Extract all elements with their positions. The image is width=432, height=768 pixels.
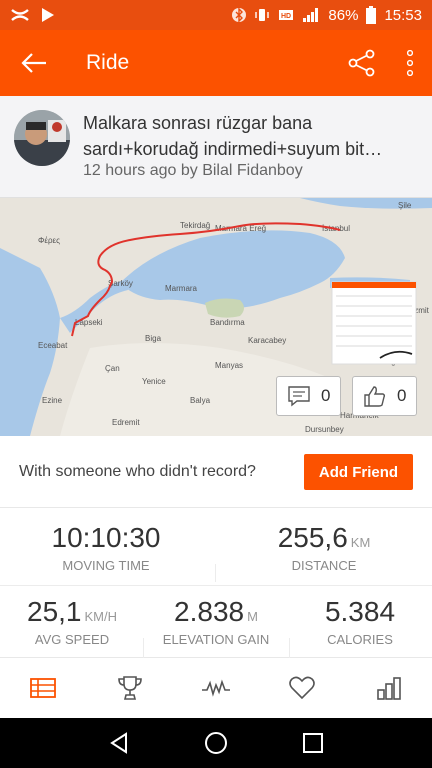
achievements-tab[interactable] xyxy=(86,658,172,718)
page-title: Ride xyxy=(86,51,130,74)
thumbs-up-icon xyxy=(364,386,386,407)
triangle-back-icon xyxy=(109,732,127,754)
distance-label: DISTANCE xyxy=(291,558,357,573)
friend-prompt-row: With someone who didn't record? Add Frie… xyxy=(0,436,432,508)
stats-divider xyxy=(143,638,144,658)
share-button[interactable] xyxy=(336,30,388,96)
friend-prompt-text: With someone who didn't record? xyxy=(19,462,256,480)
svg-text:Ezine: Ezine xyxy=(42,396,63,405)
arrow-left-icon xyxy=(21,53,46,73)
svg-text:Çan: Çan xyxy=(105,364,120,373)
calories-stat: 5.384 CALORIES xyxy=(292,596,428,647)
list-icon xyxy=(30,678,57,698)
svg-text:Şile: Şile xyxy=(398,201,412,210)
calories-label: CALORIES xyxy=(327,632,393,647)
svg-text:Φέρες: Φέρες xyxy=(38,236,60,245)
avg-speed-label: AVG SPEED xyxy=(34,632,110,647)
calories-value: 5.384 xyxy=(324,596,396,627)
svg-text:Lapseki: Lapseki xyxy=(75,318,103,327)
nav-home-button[interactable] xyxy=(196,723,236,763)
bluetooth-icon xyxy=(232,7,247,23)
stats-divider xyxy=(0,585,432,586)
more-options-button[interactable] xyxy=(388,30,432,96)
bottom-tab-bar xyxy=(0,658,432,718)
svg-text:Edremit: Edremit xyxy=(112,418,140,427)
vibrate-icon xyxy=(254,7,270,23)
svg-text:Balya: Balya xyxy=(190,396,211,405)
elevation-gain-stat: 2.838 M ELEVATION GAIN xyxy=(146,596,286,647)
bar-chart-icon xyxy=(377,677,401,700)
trophy-icon xyxy=(117,676,142,700)
play-store-icon xyxy=(40,7,56,23)
nav-back-button[interactable] xyxy=(99,723,139,763)
svg-text:Karacabey: Karacabey xyxy=(248,336,286,345)
avg-speed-unit: KM/H xyxy=(84,609,118,624)
stats-divider xyxy=(289,638,290,658)
activity-meta: 12 hours ago by Bilal Fidanboy xyxy=(83,162,303,179)
battery-icon xyxy=(366,6,377,24)
hd-voice-icon: HD xyxy=(278,7,294,23)
moving-time-label: MOVING TIME xyxy=(62,558,150,573)
distance-unit: KM xyxy=(350,535,371,550)
comments-button[interactable]: 0 xyxy=(276,376,342,416)
circle-home-icon xyxy=(204,732,227,754)
svg-text:Eceabat: Eceabat xyxy=(38,341,68,350)
activity-header: Malkara sonrası rüzgar bana sardı+koruda… xyxy=(0,96,432,198)
heart-icon xyxy=(289,676,316,700)
svg-text:Manyas: Manyas xyxy=(215,361,243,370)
nav-recents-button[interactable] xyxy=(293,723,333,763)
kudos-button[interactable]: 0 xyxy=(352,376,418,416)
analysis-tab[interactable] xyxy=(173,658,259,718)
moving-time-value: 10:10:30 xyxy=(51,522,161,553)
kudos-tab[interactable] xyxy=(259,658,345,718)
route-map[interactable]: Tekirdağ Marmara Ereğ İstanbul Şile Şark… xyxy=(0,198,432,436)
signal-icon xyxy=(302,7,320,23)
stats-divider xyxy=(215,564,216,582)
clock: 15:53 xyxy=(384,6,422,24)
battery-percent: 86% xyxy=(328,6,359,24)
activity-title[interactable]: Malkara sonrası rüzgar bana sardı+koruda… xyxy=(83,110,423,162)
svg-text:Bandırma: Bandırma xyxy=(210,318,245,327)
avatar[interactable] xyxy=(14,110,70,166)
status-bar: HD 86% 15:53 xyxy=(0,0,432,30)
android-nav-bar xyxy=(0,718,432,768)
elevation-gain-label: ELEVATION GAIN xyxy=(162,632,270,647)
elevation-gain-value: 2.838 xyxy=(174,596,245,627)
back-button[interactable] xyxy=(0,30,68,96)
distance-value: 255,6 xyxy=(277,522,348,553)
distance-stat: 255,6 KM DISTANCE xyxy=(230,522,418,573)
comment-icon xyxy=(288,386,310,407)
svg-text:Marmara: Marmara xyxy=(165,284,198,293)
svg-text:Tekirdağ: Tekirdağ xyxy=(180,221,210,230)
pulse-icon xyxy=(202,679,231,697)
moving-time-stat: 10:10:30 MOVING TIME xyxy=(20,522,192,573)
overview-tab[interactable] xyxy=(0,658,86,718)
avg-speed-value: 25,1 xyxy=(27,596,82,627)
svg-text:Yenice: Yenice xyxy=(142,377,166,386)
comments-count: 0 xyxy=(321,386,331,405)
under-armour-icon xyxy=(10,8,30,22)
square-recents-icon xyxy=(303,733,324,753)
activity-stats: 10:10:30 MOVING TIME 255,6 KM DISTANCE 25… xyxy=(0,508,432,658)
avg-speed-stat: 25,1 KM/H AVG SPEED xyxy=(4,596,140,647)
elevation-gain-unit: M xyxy=(247,609,258,624)
share-icon xyxy=(348,49,375,77)
svg-text:HD: HD xyxy=(281,13,291,20)
kudos-count: 0 xyxy=(397,386,407,405)
svg-text:Biga: Biga xyxy=(145,334,162,343)
app-bar: Ride xyxy=(0,30,432,96)
add-friend-button[interactable]: Add Friend xyxy=(304,454,413,490)
stats-tab[interactable] xyxy=(346,658,432,718)
svg-text:Dursunbey: Dursunbey xyxy=(305,425,344,434)
more-vert-icon xyxy=(407,50,413,76)
